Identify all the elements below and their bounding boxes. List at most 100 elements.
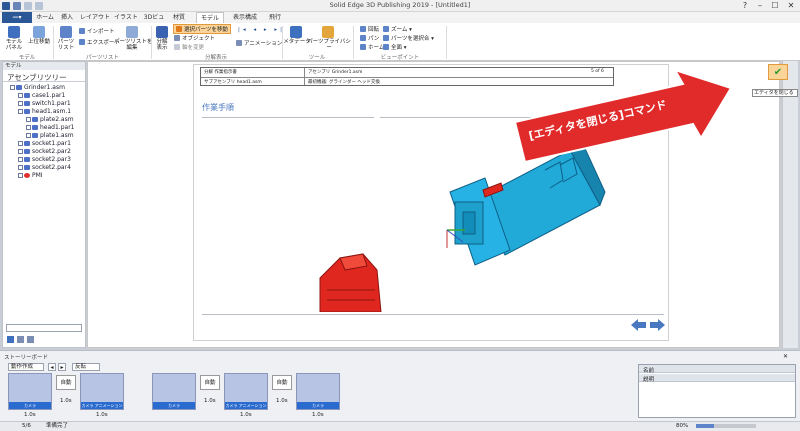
maximize-button[interactable]: ☐ — [768, 0, 782, 12]
import-icon — [79, 28, 85, 34]
tab-insert[interactable]: 挿入 — [58, 12, 76, 23]
move-up-button[interactable]: 上位移動 — [27, 39, 51, 45]
step-duration: 1.0s — [60, 398, 72, 404]
tree-node-label: head1.asm.1 — [32, 108, 72, 115]
import-button[interactable]: インポート — [79, 27, 115, 35]
tab-3dview[interactable]: 3Dビュー — [142, 12, 166, 32]
file-tab[interactable]: —▾ — [2, 12, 32, 23]
pan-button[interactable]: パン — [360, 34, 379, 42]
window-title: Solid Edge 3D Publishing 2019 - [Untitle… — [329, 1, 471, 9]
storyboard-frame[interactable]: カメラ — [152, 373, 196, 410]
rotate-button[interactable]: 回転 — [360, 25, 379, 33]
prev-arrow-icon[interactable]: ◂ — [48, 363, 56, 371]
frame-label: カメラ — [153, 402, 195, 409]
zoom-label: ズーム — [391, 27, 408, 33]
tree-node[interactable]: socket1.par1 — [18, 140, 71, 147]
animation-button[interactable]: アニメーション — [236, 39, 282, 47]
storyboard-close-icon[interactable]: ✕ — [783, 353, 788, 360]
tree-node[interactable]: switch1.par1 — [18, 100, 71, 107]
playback-controls[interactable]: |◂ ◂ ▸ ▸| — [238, 27, 285, 33]
model-panel-header: モデル — [3, 62, 85, 70]
zoom-button[interactable]: ズーム ▾ — [383, 25, 412, 33]
storyboard-frame[interactable]: カメラ — [8, 373, 52, 410]
selected-parts-move-button[interactable]: 選択パーツを移動 — [173, 24, 231, 34]
parts-fit-button[interactable]: パーツを選択合 ▾ — [383, 34, 434, 42]
transition-step[interactable]: 自動 — [200, 375, 220, 390]
transition-step[interactable]: 自動 — [272, 375, 292, 390]
tree-node[interactable]: case1.par1 — [18, 92, 65, 99]
tree-node[interactable]: head1.par1 — [26, 124, 74, 131]
checkbox[interactable] — [18, 101, 23, 106]
checkbox[interactable] — [18, 157, 23, 162]
transition-step[interactable]: 自動 — [56, 375, 76, 390]
tree-node[interactable]: socket2.par2 — [18, 148, 71, 155]
model-panel-button[interactable]: モデル パネル — [2, 39, 26, 51]
object-offset-button[interactable]: オブジェクト — [174, 34, 215, 42]
tree-node[interactable]: PMI — [18, 172, 43, 179]
next-page-icon[interactable] — [650, 319, 665, 331]
animation-label: アニメーション — [244, 41, 283, 47]
checkbox[interactable] — [18, 93, 23, 98]
tab-home[interactable]: ホーム — [34, 12, 56, 23]
edit-parts-list-icon — [126, 26, 138, 38]
close-button[interactable]: ✕ — [784, 0, 798, 12]
checkbox[interactable] — [18, 165, 23, 170]
checkbox[interactable] — [18, 149, 23, 154]
storyboard-frame[interactable]: カメラ アニメーション — [80, 373, 124, 410]
rotate-icon — [360, 26, 366, 32]
tab-flight[interactable]: 飛行 — [266, 12, 284, 23]
view-mode-icon[interactable] — [17, 336, 24, 343]
checkbox[interactable] — [10, 85, 15, 90]
doc-cell: 最初機器: グラインダー ヘッド交換 — [308, 80, 380, 85]
pan-icon — [360, 35, 366, 41]
parts-list-button[interactable]: パーツ リスト — [55, 39, 77, 51]
next-arrow-icon[interactable]: ▸ — [58, 363, 66, 371]
zoom-slider[interactable] — [696, 424, 756, 428]
tab-material[interactable]: 材質 — [170, 12, 188, 23]
status-text: 準備完了 — [46, 423, 69, 429]
view-mode-icon[interactable] — [27, 336, 34, 343]
zoom-icon — [383, 26, 389, 32]
checkbox[interactable] — [18, 109, 23, 114]
tree-node[interactable]: plate2.asm — [26, 116, 74, 123]
fit-all-button[interactable]: 全面 ▾ — [383, 43, 407, 51]
tree-node[interactable]: Grinder1.asm — [10, 84, 65, 91]
axis-icon — [174, 44, 180, 50]
checkbox[interactable] — [26, 125, 31, 130]
animation-icon — [236, 40, 242, 46]
storyboard-frame[interactable]: カメラ アニメーション — [224, 373, 268, 410]
tree-node[interactable]: head1.asm.1 — [18, 108, 71, 115]
checkbox[interactable] — [26, 133, 31, 138]
close-editor-button[interactable]: ✔ — [768, 64, 788, 80]
axis-change-button[interactable]: 軸を変更 — [174, 43, 204, 51]
parts-privacy-button[interactable]: パーツプライバシー — [306, 39, 352, 51]
view-mode-icon[interactable] — [7, 336, 14, 343]
storyboard-header: ストーリーボード — [4, 355, 49, 361]
tab-model[interactable]: モデル — [196, 12, 224, 23]
tab-layout[interactable]: レイアウト — [80, 12, 110, 23]
page-nav — [631, 319, 665, 331]
prev-page-icon[interactable] — [631, 319, 646, 331]
checkbox[interactable] — [26, 117, 31, 122]
checkbox[interactable] — [18, 141, 23, 146]
explode-button[interactable]: 分解 表示 — [152, 39, 172, 51]
tab-display-config[interactable]: 表示構成 — [228, 12, 262, 23]
reverse-button[interactable]: 反転 — [72, 363, 100, 371]
edit-parts-list-button[interactable]: パーツリストを 編集 — [114, 39, 152, 51]
create-action-button[interactable]: 動作作成 — [8, 363, 44, 371]
tree-search-input[interactable] — [6, 324, 82, 332]
help-button[interactable]: ? — [738, 0, 752, 12]
tree-node[interactable]: socket2.par4 — [18, 164, 71, 171]
tab-illustration[interactable]: イラスト — [114, 12, 138, 23]
minimize-button[interactable]: – — [753, 0, 767, 12]
divider — [3, 81, 85, 82]
tree-node[interactable]: plate1.asm — [26, 132, 74, 139]
separator — [446, 26, 447, 59]
tree-node[interactable]: socket2.par3 — [18, 156, 71, 163]
checkbox[interactable] — [18, 173, 23, 178]
object-offset-label: オブジェクト — [182, 36, 216, 42]
model-panel: モデル アセンブリツリー Grinder1.asm case1.par1 swi… — [2, 61, 86, 348]
storyboard-frame[interactable]: カメラ — [296, 373, 340, 410]
home-view-button[interactable]: ホーム — [360, 43, 384, 51]
import-label: インポート — [87, 29, 115, 35]
